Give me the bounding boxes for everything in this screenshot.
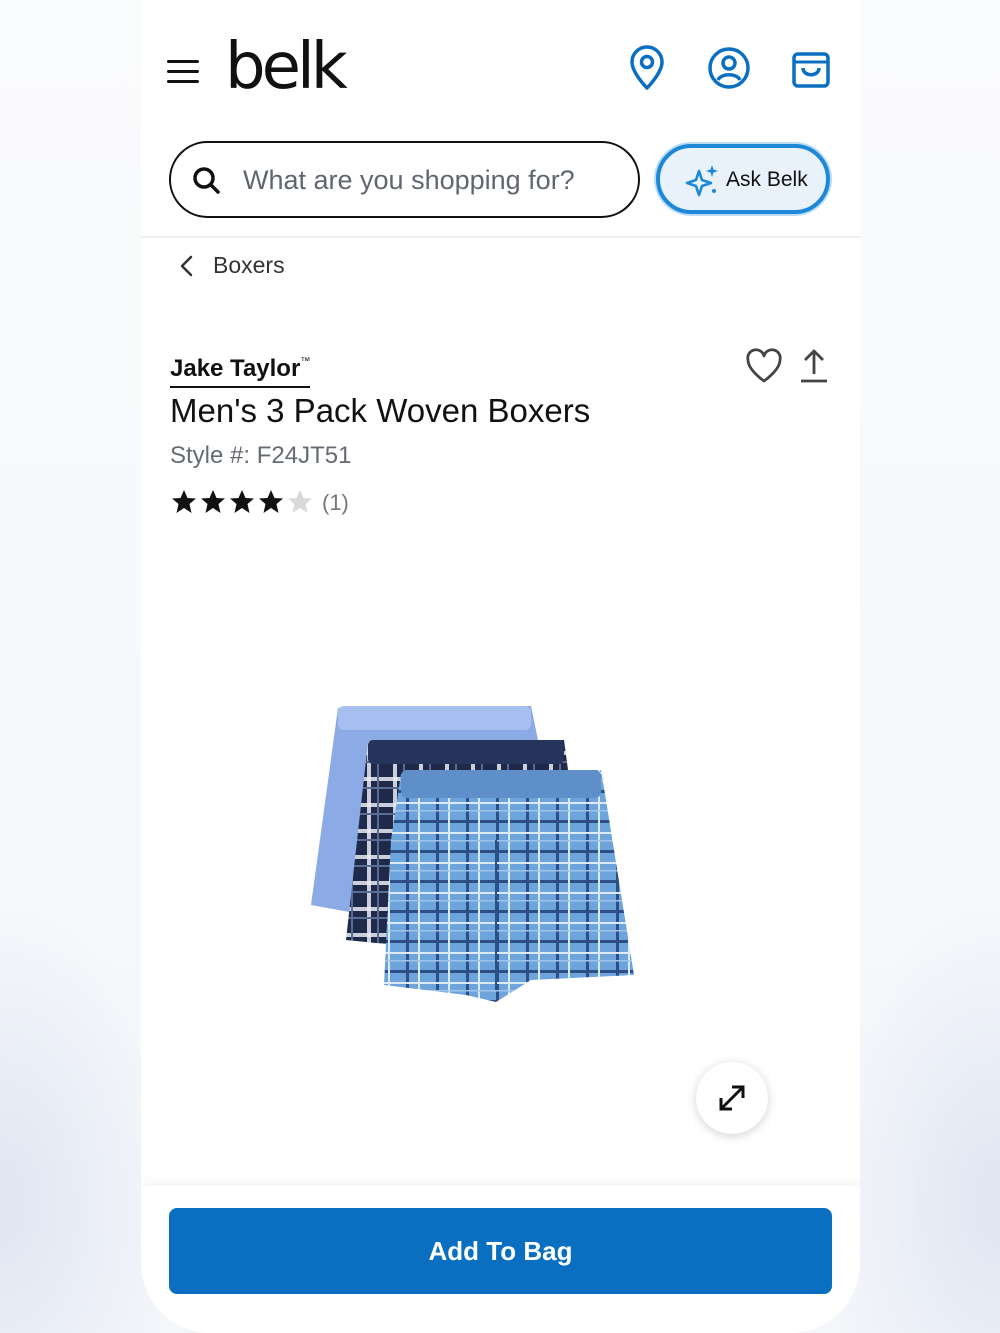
account-icon[interactable]	[707, 44, 751, 92]
product-image[interactable]	[306, 690, 676, 1010]
search-input[interactable]	[243, 157, 623, 203]
share-icon[interactable]	[797, 348, 831, 384]
belk-logo[interactable]: belk	[225, 30, 348, 104]
zoom-button[interactable]	[696, 1062, 768, 1134]
site-header: belk Ask B	[141, 0, 860, 238]
star-filled-icon	[230, 490, 254, 513]
style-number: Style #: F24JT51	[170, 442, 352, 469]
sparkle-icon	[685, 165, 718, 197]
add-to-bag-button[interactable]: Add To Bag	[169, 1208, 832, 1294]
brand-name: Jake Taylor	[170, 355, 301, 382]
location-pin-icon[interactable]	[625, 44, 669, 92]
star-filled-icon	[172, 490, 196, 513]
product-title: Men's 3 Pack Woven Boxers	[170, 392, 591, 429]
search-field[interactable]	[169, 141, 640, 218]
star-filled-icon	[259, 490, 283, 513]
shopping-bag-icon[interactable]	[789, 44, 833, 92]
search-icon	[193, 167, 220, 194]
breadcrumb-label: Boxers	[213, 252, 285, 278]
brand-link[interactable]: Jake Taylor™	[170, 355, 311, 388]
trademark-mark: ™	[300, 356, 311, 367]
heart-icon[interactable]	[745, 348, 783, 384]
ask-belk-button[interactable]: Ask Belk	[656, 144, 830, 214]
chevron-left-icon	[180, 255, 193, 277]
star-filled-icon	[201, 490, 225, 513]
star-empty-icon	[288, 490, 312, 513]
menu-icon[interactable]	[167, 58, 201, 86]
expand-icon	[719, 1085, 745, 1111]
ask-belk-label: Ask Belk	[726, 168, 808, 191]
app-screen: belk Ask B	[141, 0, 860, 1333]
review-count[interactable]: (1)	[322, 490, 349, 516]
sticky-purchase-bar: Add To Bag	[141, 1186, 860, 1333]
